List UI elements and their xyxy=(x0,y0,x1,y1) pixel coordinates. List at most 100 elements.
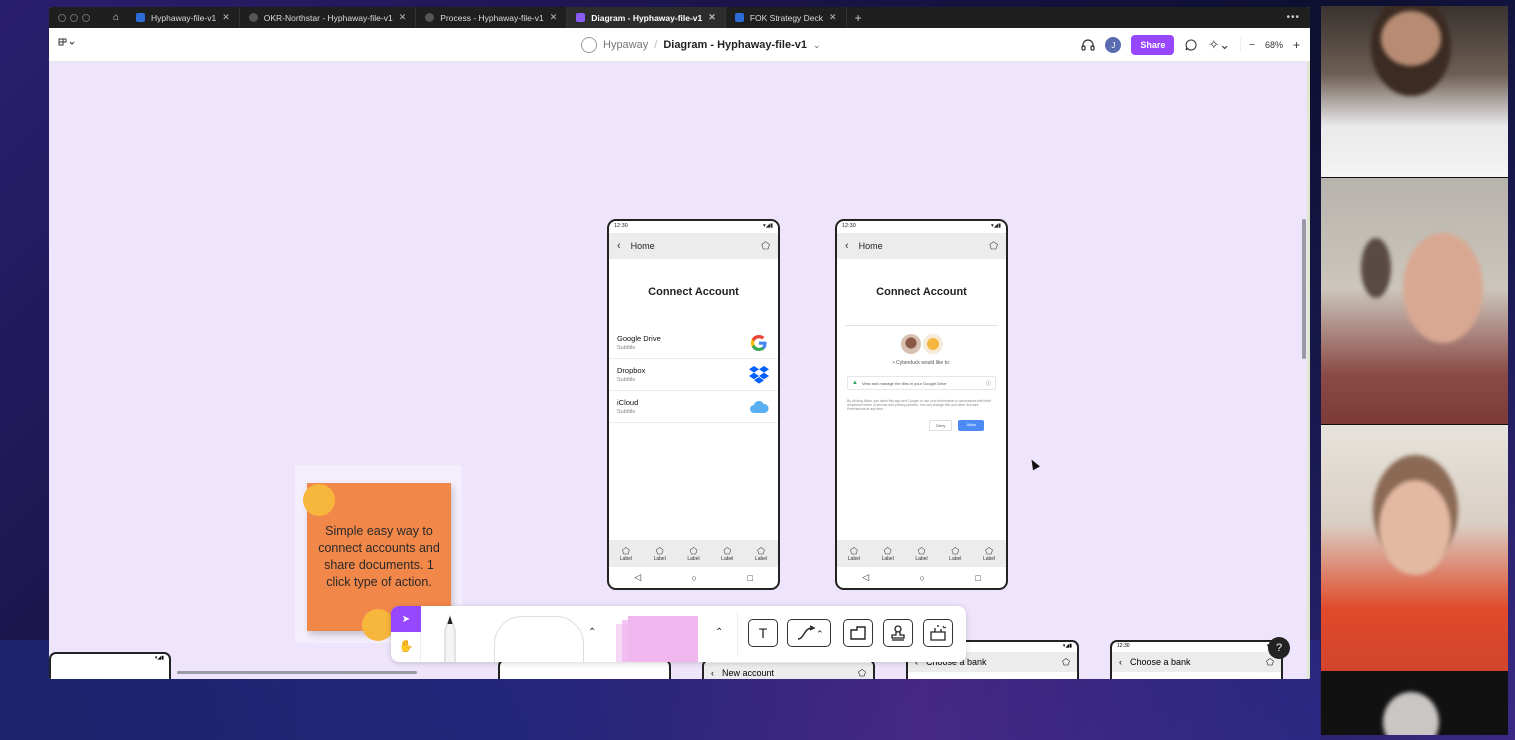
back-triangle-icon[interactable]: ◁ xyxy=(634,572,641,583)
zoom-out-button[interactable]: − xyxy=(1249,40,1255,51)
move-tool-icon[interactable]: ➤ xyxy=(391,606,421,632)
list-item-icloud[interactable]: iCloud Subtitle xyxy=(609,391,778,423)
nav-item[interactable]: ⬠ Label xyxy=(755,546,767,562)
sticky-tool-icon[interactable] xyxy=(616,616,702,662)
zoom-level[interactable]: 68% xyxy=(1265,40,1283,50)
headphones-icon[interactable] xyxy=(1081,39,1095,51)
nav-item[interactable]: ⬠ Label xyxy=(949,546,961,562)
participant-video[interactable] xyxy=(1321,672,1508,735)
participant-video[interactable] xyxy=(1321,178,1508,424)
tab-label: Process - Hyphaway-file-v1 xyxy=(440,12,544,23)
hand-tool-icon[interactable]: ✋ xyxy=(391,632,421,660)
nav-item[interactable]: ⬠ Label xyxy=(620,546,632,562)
recents-square-icon[interactable]: □ xyxy=(975,573,980,583)
help-button[interactable]: ? xyxy=(1268,637,1290,659)
permission-text: View and manage the files in your Google… xyxy=(861,380,947,386)
nav-label: Label xyxy=(754,555,768,562)
permission-row[interactable]: ▲ View and manage the files in your Goog… xyxy=(847,376,996,390)
chevron-up-icon[interactable]: ⌃ xyxy=(588,627,596,638)
main-menu-button[interactable] xyxy=(58,38,76,51)
nav-item[interactable]: ⬠ Label xyxy=(721,546,733,562)
comment-icon[interactable] xyxy=(1184,38,1198,52)
share-button[interactable]: Share xyxy=(1131,35,1175,55)
background-object xyxy=(1361,238,1391,298)
back-icon[interactable]: ‹ xyxy=(1119,657,1122,667)
frame-partial[interactable] xyxy=(498,659,671,679)
tab-hyphaway-file[interactable]: Hyphaway-file-v1 ✕ xyxy=(127,7,240,28)
team-name[interactable]: Hypaway xyxy=(603,39,648,51)
back-icon[interactable]: ‹ xyxy=(617,240,621,252)
file-name[interactable]: Diagram - Hyphaway-file-v1 xyxy=(663,39,807,51)
tab-okr-northstar[interactable]: OKR-Northstar - Hyphaway-file-v1 ✕ xyxy=(240,7,417,28)
back-triangle-icon[interactable]: ◁ xyxy=(862,572,869,583)
frame-partial[interactable]: ▾◢▮ xyxy=(49,652,171,679)
avatar[interactable]: J xyxy=(1105,37,1122,53)
more-icon[interactable]: ••• xyxy=(1286,12,1310,23)
pentagon-icon: ⬠ xyxy=(723,545,732,556)
pentagon-icon[interactable]: ⬠ xyxy=(1062,657,1070,668)
recents-square-icon[interactable]: □ xyxy=(747,573,752,583)
frame-new-account[interactable]: ‹ New account ⬠ xyxy=(702,659,875,679)
new-tab-button[interactable]: + xyxy=(847,11,870,25)
close-icon[interactable]: ✕ xyxy=(550,12,558,23)
sticky-note-text: Simple easy way to connect accounts and … xyxy=(318,524,440,589)
nav-item[interactable]: ⬠ Label xyxy=(848,546,860,562)
pentagon-icon[interactable]: ⬠ xyxy=(1266,657,1274,668)
chevron-down-icon[interactable]: ⌄ xyxy=(813,40,821,51)
prototype-icon xyxy=(425,13,435,22)
list-item-dropbox[interactable]: Dropbox Subtitle xyxy=(609,359,778,391)
phone-frame-connect-account[interactable]: 12:30 ▾◢▮ ‹ Home ⬠ Connect Account Googl… xyxy=(607,219,780,590)
pentagon-icon: ⬠ xyxy=(917,545,926,556)
home-circle-icon[interactable]: ○ xyxy=(692,573,697,583)
phone-frame-consent[interactable]: 12:30 ▾◢▮ ‹ Home ⬠ Connect Account • Cyb… xyxy=(835,219,1008,590)
nav-item[interactable]: ⬠ Label xyxy=(915,546,927,562)
close-icon[interactable]: ✕ xyxy=(222,12,230,23)
nav-label: Label xyxy=(687,555,700,562)
tab-process[interactable]: Process - Hyphaway-file-v1 ✕ xyxy=(416,7,568,28)
info-icon[interactable]: ⓘ xyxy=(986,380,991,387)
prototype-icon xyxy=(248,13,258,22)
back-icon[interactable]: ‹ xyxy=(711,668,714,678)
ai-sparkle-icon[interactable]: ✧⌄ xyxy=(1208,37,1230,53)
participant-video[interactable] xyxy=(1321,6,1508,177)
marker-tool-icon[interactable] xyxy=(439,614,461,662)
allow-button[interactable]: Allow xyxy=(958,419,984,431)
list-item-google-drive[interactable]: Google Drive Subtitle xyxy=(609,327,778,359)
consent-heading: • Cyberduck would like to: xyxy=(892,360,951,366)
zoom-in-button[interactable]: + xyxy=(1293,38,1300,52)
close-icon[interactable]: ✕ xyxy=(829,12,837,23)
deny-button[interactable]: Deny xyxy=(929,419,953,431)
stamp-icon xyxy=(891,625,905,641)
section-tool-icon[interactable] xyxy=(843,619,873,647)
chevron-up-icon[interactable]: ⌃ xyxy=(715,627,723,638)
nav-item[interactable]: ⬠ Label xyxy=(983,546,995,562)
whiteboard-canvas[interactable]: 12:30 ▾◢▮ ‹ Home ⬠ Connect Account Googl… xyxy=(49,62,1310,679)
vertical-scrollbar[interactable] xyxy=(1302,219,1306,359)
pentagon-icon[interactable]: ⬠ xyxy=(858,668,866,679)
connector-tool-icon[interactable]: ⌃ xyxy=(787,619,831,647)
shape-tool-icon[interactable] xyxy=(494,616,584,662)
nav-item[interactable]: ⬠ Label xyxy=(687,546,699,562)
tab-diagram[interactable]: Diagram - Hyphaway-file-v1 ✕ xyxy=(567,7,726,28)
pentagon-icon[interactable]: ⬠ xyxy=(761,241,770,252)
participant-face xyxy=(1403,233,1483,343)
horizontal-scrollbar[interactable] xyxy=(177,671,417,674)
status-bar: 12:30 ▾◢▮ xyxy=(609,221,778,233)
text-tool-icon[interactable]: T xyxy=(748,619,778,647)
nav-item[interactable]: ⬠ Label xyxy=(882,546,894,562)
widgets-tool-icon[interactable] xyxy=(923,619,953,647)
fine-print: By clicking Allow, you allow this app an… xyxy=(847,399,991,412)
home-icon[interactable]: ⌂ xyxy=(105,7,127,28)
nav-item[interactable]: ⬠ Label xyxy=(654,546,666,562)
frame-choose-bank-2[interactable]: 12:30▾◢▮ ‹ Choose a bank ⬠ xyxy=(1110,640,1283,679)
back-icon[interactable]: ‹ xyxy=(845,240,849,252)
pentagon-icon[interactable]: ⬠ xyxy=(989,241,998,252)
home-circle-icon[interactable]: ○ xyxy=(920,573,925,583)
stamp-tool-icon[interactable] xyxy=(883,619,913,647)
tab-fok-strategy-deck[interactable]: FOK Strategy Deck ✕ xyxy=(726,7,847,28)
window-controls[interactable] xyxy=(49,13,105,22)
pentagon-icon: ⬠ xyxy=(849,545,858,556)
close-icon[interactable]: ✕ xyxy=(399,12,407,23)
participant-video[interactable] xyxy=(1321,425,1508,671)
close-icon[interactable]: ✕ xyxy=(708,12,716,23)
